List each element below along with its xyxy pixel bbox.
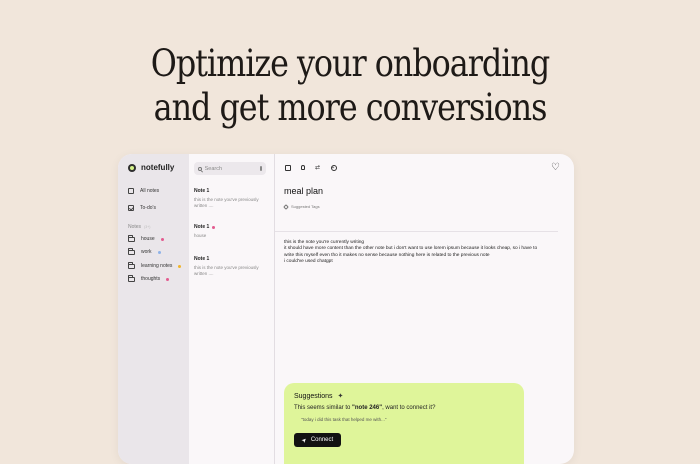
shuffle-tool[interactable]: ⇄	[314, 164, 321, 171]
folder-icon	[128, 262, 135, 269]
suggested-note-name: "note 246"	[352, 405, 383, 411]
suggestion-prefix: This seems similar to	[294, 405, 353, 411]
folder-house[interactable]: house	[128, 235, 164, 242]
folder-color-dot	[166, 277, 170, 281]
note-title-text: Note 1	[194, 256, 210, 262]
send-arrow-icon: ➤	[300, 436, 309, 445]
suggested-tags[interactable]: Suggested Tags	[283, 203, 320, 210]
add-tool[interactable]: +	[330, 164, 337, 171]
note-title: Note 1	[194, 188, 270, 194]
search-input[interactable]	[204, 165, 257, 172]
note-snippet: house	[194, 233, 207, 238]
suggestions-title-text: Suggestions	[294, 392, 333, 400]
note-body-line: i could've used chatgpt	[284, 259, 333, 265]
note-editor: ⇄ + ♡ meal plan Suggested Tags this is t…	[275, 154, 574, 464]
suggestions-title: Suggestions ✦	[294, 392, 344, 401]
note-snippet: this is the note you've previously writt…	[194, 197, 259, 208]
shuffle-icon: ⇄	[314, 165, 321, 171]
connect-button[interactable]: ➤ Connect	[294, 433, 341, 447]
sparkle-icon: ✦	[337, 393, 344, 400]
folder-icon	[128, 275, 135, 282]
folder-icon	[128, 248, 135, 255]
plus-circle-icon: +	[330, 164, 337, 171]
suggestion-suffix: , want to connect it?	[382, 405, 436, 411]
note-body[interactable]: this is the note you're currently writin…	[284, 240, 554, 266]
notes-list: Note 1 this is the note you've previousl…	[189, 154, 275, 464]
image-icon	[284, 164, 291, 171]
search-icon	[198, 166, 202, 171]
folder-color-dot	[157, 250, 161, 254]
suggested-tags-label: Suggested Tags	[291, 204, 320, 209]
folder-label: house	[141, 236, 155, 242]
sidebar-item-label: To-do's	[140, 205, 156, 211]
section-title: Notes	[128, 224, 142, 230]
image-tool[interactable]	[284, 164, 291, 171]
logo-icon	[128, 163, 136, 172]
hero-line-1: Optimize your onboarding	[150, 42, 550, 85]
sidebar-item-todos[interactable]: To-do's	[128, 205, 156, 211]
suggestion-quote: "today i did this task that helped me wi…	[301, 417, 387, 422]
note-body-line: it should have more content than the oth…	[284, 246, 538, 252]
folder-label: work	[141, 249, 152, 255]
hero-headline: Optimize your onboarding and get more co…	[49, 42, 651, 130]
app-window: notefully All notes To-do's Notes (3+) h…	[118, 154, 574, 464]
hero-line-2: and get more conversions	[153, 86, 548, 129]
brand-name: notefully	[141, 163, 175, 172]
folder-work[interactable]: work	[128, 248, 161, 255]
suggestion-message: This seems similar to "note 246", want t…	[294, 405, 435, 411]
notes-icon	[128, 188, 134, 194]
note-color-dot	[212, 225, 216, 229]
folder-icon	[128, 235, 135, 242]
list-item[interactable]: Note 1 this is the note you've previousl…	[194, 256, 270, 277]
heart-icon[interactable]: ♡	[551, 163, 560, 173]
folder-learning-notes[interactable]: learning notes	[128, 262, 182, 269]
microphone-icon[interactable]	[259, 166, 262, 171]
brand[interactable]: notefully	[128, 163, 174, 172]
note-snippet: this is the note you've previously writt…	[194, 265, 259, 276]
folder-color-dot	[160, 237, 164, 241]
note-title-text: Note 1	[194, 188, 210, 194]
divider	[275, 231, 558, 232]
sidebar: notefully All notes To-do's Notes (3+) h…	[118, 154, 189, 464]
connect-button-label: Connect	[310, 437, 334, 443]
folder-label: thoughts	[141, 276, 161, 282]
notes-section-label: Notes (3+)	[128, 224, 150, 230]
note-title-text: Note 1	[194, 224, 210, 230]
list-item[interactable]: Note 1 this is the note you've previousl…	[194, 188, 270, 209]
tag-icon	[283, 203, 289, 210]
note-title[interactable]: meal plan	[284, 186, 323, 196]
search-box[interactable]	[194, 162, 266, 175]
sidebar-item-label: All notes	[140, 188, 160, 194]
folder-thoughts[interactable]: thoughts	[128, 275, 170, 282]
list-item[interactable]: Note 1 house	[194, 224, 270, 239]
note-title: Note 1	[194, 224, 270, 230]
audio-tool[interactable]	[299, 164, 306, 171]
microphone-icon	[300, 165, 305, 170]
folder-color-dot	[178, 264, 182, 268]
checkbox-icon	[128, 205, 134, 211]
sidebar-item-all-notes[interactable]: All notes	[128, 188, 159, 194]
folder-label: learning notes	[141, 263, 173, 269]
section-hint: (3+)	[144, 225, 151, 229]
note-title: Note 1	[194, 256, 270, 262]
